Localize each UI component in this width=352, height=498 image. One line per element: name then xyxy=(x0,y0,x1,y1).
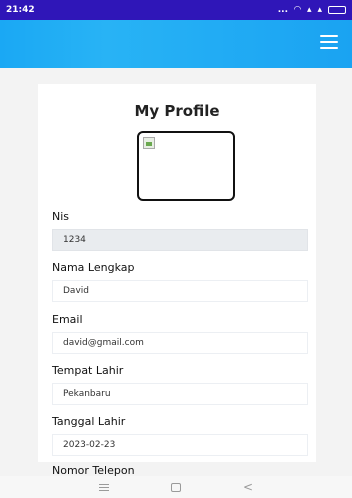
tempat-lahir-field[interactable]: Pekanbaru xyxy=(52,383,308,405)
status-bar: 21:42 ... ◠ ▴ ▴ xyxy=(0,0,352,20)
avatar xyxy=(137,131,235,201)
nama-lengkap-field[interactable]: David xyxy=(52,280,308,302)
status-time: 21:42 xyxy=(6,5,35,15)
email-field[interactable]: david@gmail.com xyxy=(52,332,308,354)
tempat-lahir-label: Tempat Lahir xyxy=(52,364,124,377)
broken-image-icon xyxy=(143,137,155,149)
email-label: Email xyxy=(52,313,83,326)
notification-dots-icon: ... xyxy=(277,5,289,15)
signal-icon: ▴ xyxy=(306,5,312,15)
system-nav-bar: < xyxy=(0,476,352,498)
nis-label: Nis xyxy=(52,210,70,223)
page-title: My Profile xyxy=(134,102,220,120)
tanggal-lahir-field[interactable]: 2023-02-23 xyxy=(52,434,308,456)
signal-icon-2: ▴ xyxy=(317,5,322,15)
nama-lengkap-label: Nama Lengkap xyxy=(52,261,135,274)
home-icon[interactable] xyxy=(170,482,181,492)
battery-icon xyxy=(328,6,346,14)
status-icons: ... ◠ ▴ ▴ xyxy=(278,5,346,15)
hamburger-menu-icon[interactable] xyxy=(320,35,338,49)
tanggal-lahir-label: Tanggal Lahir xyxy=(52,415,126,428)
nis-field: 1234 xyxy=(52,229,308,251)
profile-card: My Profile Nis 1234 Nama Lengkap David E… xyxy=(38,84,316,477)
wifi-icon: ◠ xyxy=(294,5,301,15)
back-icon[interactable]: < xyxy=(243,481,253,493)
app-bar xyxy=(0,20,352,68)
recent-apps-icon[interactable] xyxy=(98,483,109,491)
